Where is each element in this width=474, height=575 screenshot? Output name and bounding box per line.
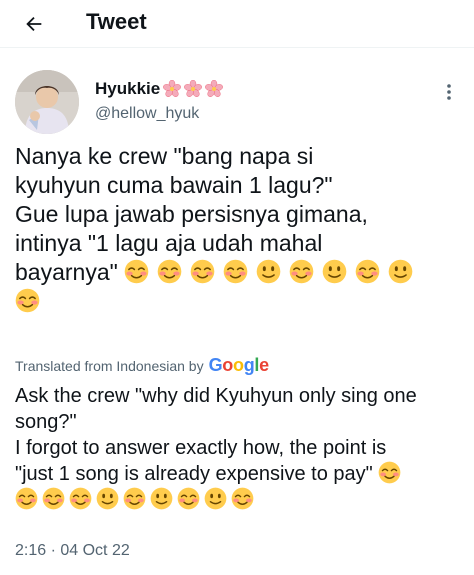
name-emojis [163,80,223,98]
translation-line: "just 1 song is already expensive to pay… [15,463,373,485]
smiling-blush-icon [177,487,200,510]
smiling-blush-icon [190,259,215,284]
tweet-emoji-line [15,287,465,316]
tweet-line: Nanya ke crew "bang napa si [15,143,314,169]
slightly-smiling-icon [150,487,173,510]
smiling-blush-icon [157,259,182,284]
smiling-blush-icon [42,487,65,510]
cherry-blossom-icon [184,80,202,98]
arrow-left-icon [26,16,42,32]
cherry-blossom-icon [163,80,181,98]
smiling-blush-icon [223,259,248,284]
tweet-author: Hyukkie @hellow_hyuk [15,70,459,134]
more-vertical-icon [447,84,451,100]
avatar[interactable] [15,70,79,134]
smiling-blush-icon [123,487,146,510]
tweet-last-line: bayarnya" [15,258,465,287]
avatar-image [15,70,79,134]
smiling-blush-icon [378,461,401,484]
smiling-blush-icon [289,259,314,284]
author-handle[interactable]: @hellow_hyuk [95,104,199,124]
tweet-line: kyuhyun cuma bawain 1 lagu?" [15,172,333,198]
translation-line: Ask the crew "why did Kyuhyun only sing … [15,385,417,407]
more-options-button[interactable] [439,80,459,104]
author-name-row[interactable]: Hyukkie [95,78,223,100]
page-title: Tweet [86,9,147,34]
back-button[interactable] [18,8,50,40]
tweet-line: intinya "1 lagu aja udah mahal [15,230,323,256]
smiling-blush-icon [69,487,92,510]
author-name[interactable]: Hyukkie [95,78,160,100]
smiling-blush-icon [124,259,149,284]
cherry-blossom-icon [205,80,223,98]
tweet-body: Nanya ke crew "bang napa si kyuhyun cuma … [15,142,465,316]
tweet-line: bayarnya" [15,259,118,285]
translation-line: song?" [15,411,77,433]
smiling-blush-icon [355,259,380,284]
top-bar: Tweet [0,0,474,48]
tweet-line: Gue lupa jawab persisnya gimana, [15,201,368,227]
slightly-smiling-icon [96,487,119,510]
tweet-timestamp[interactable]: 2:16 · 04 Oct 22 [15,541,130,561]
smiling-blush-icon [231,487,254,510]
translation-attribution[interactable]: Translated from Indonesian by Google [15,355,269,376]
slightly-smiling-icon [256,259,281,284]
translation-last-line: "just 1 song is already expensive to pay… [15,461,465,487]
translation-label: Translated from Indonesian by [15,358,204,374]
translation-emoji-line [15,487,465,513]
smiling-blush-icon [15,487,38,510]
google-logo: Google [208,355,270,375]
slightly-smiling-icon [204,487,227,510]
slightly-smiling-icon [322,259,347,284]
translated-text: Ask the crew "why did Kyuhyun only sing … [15,383,465,513]
smiling-blush-icon [15,288,40,313]
translation-line: I forgot to answer exactly how, the poin… [15,437,387,459]
slightly-smiling-icon [388,259,413,284]
